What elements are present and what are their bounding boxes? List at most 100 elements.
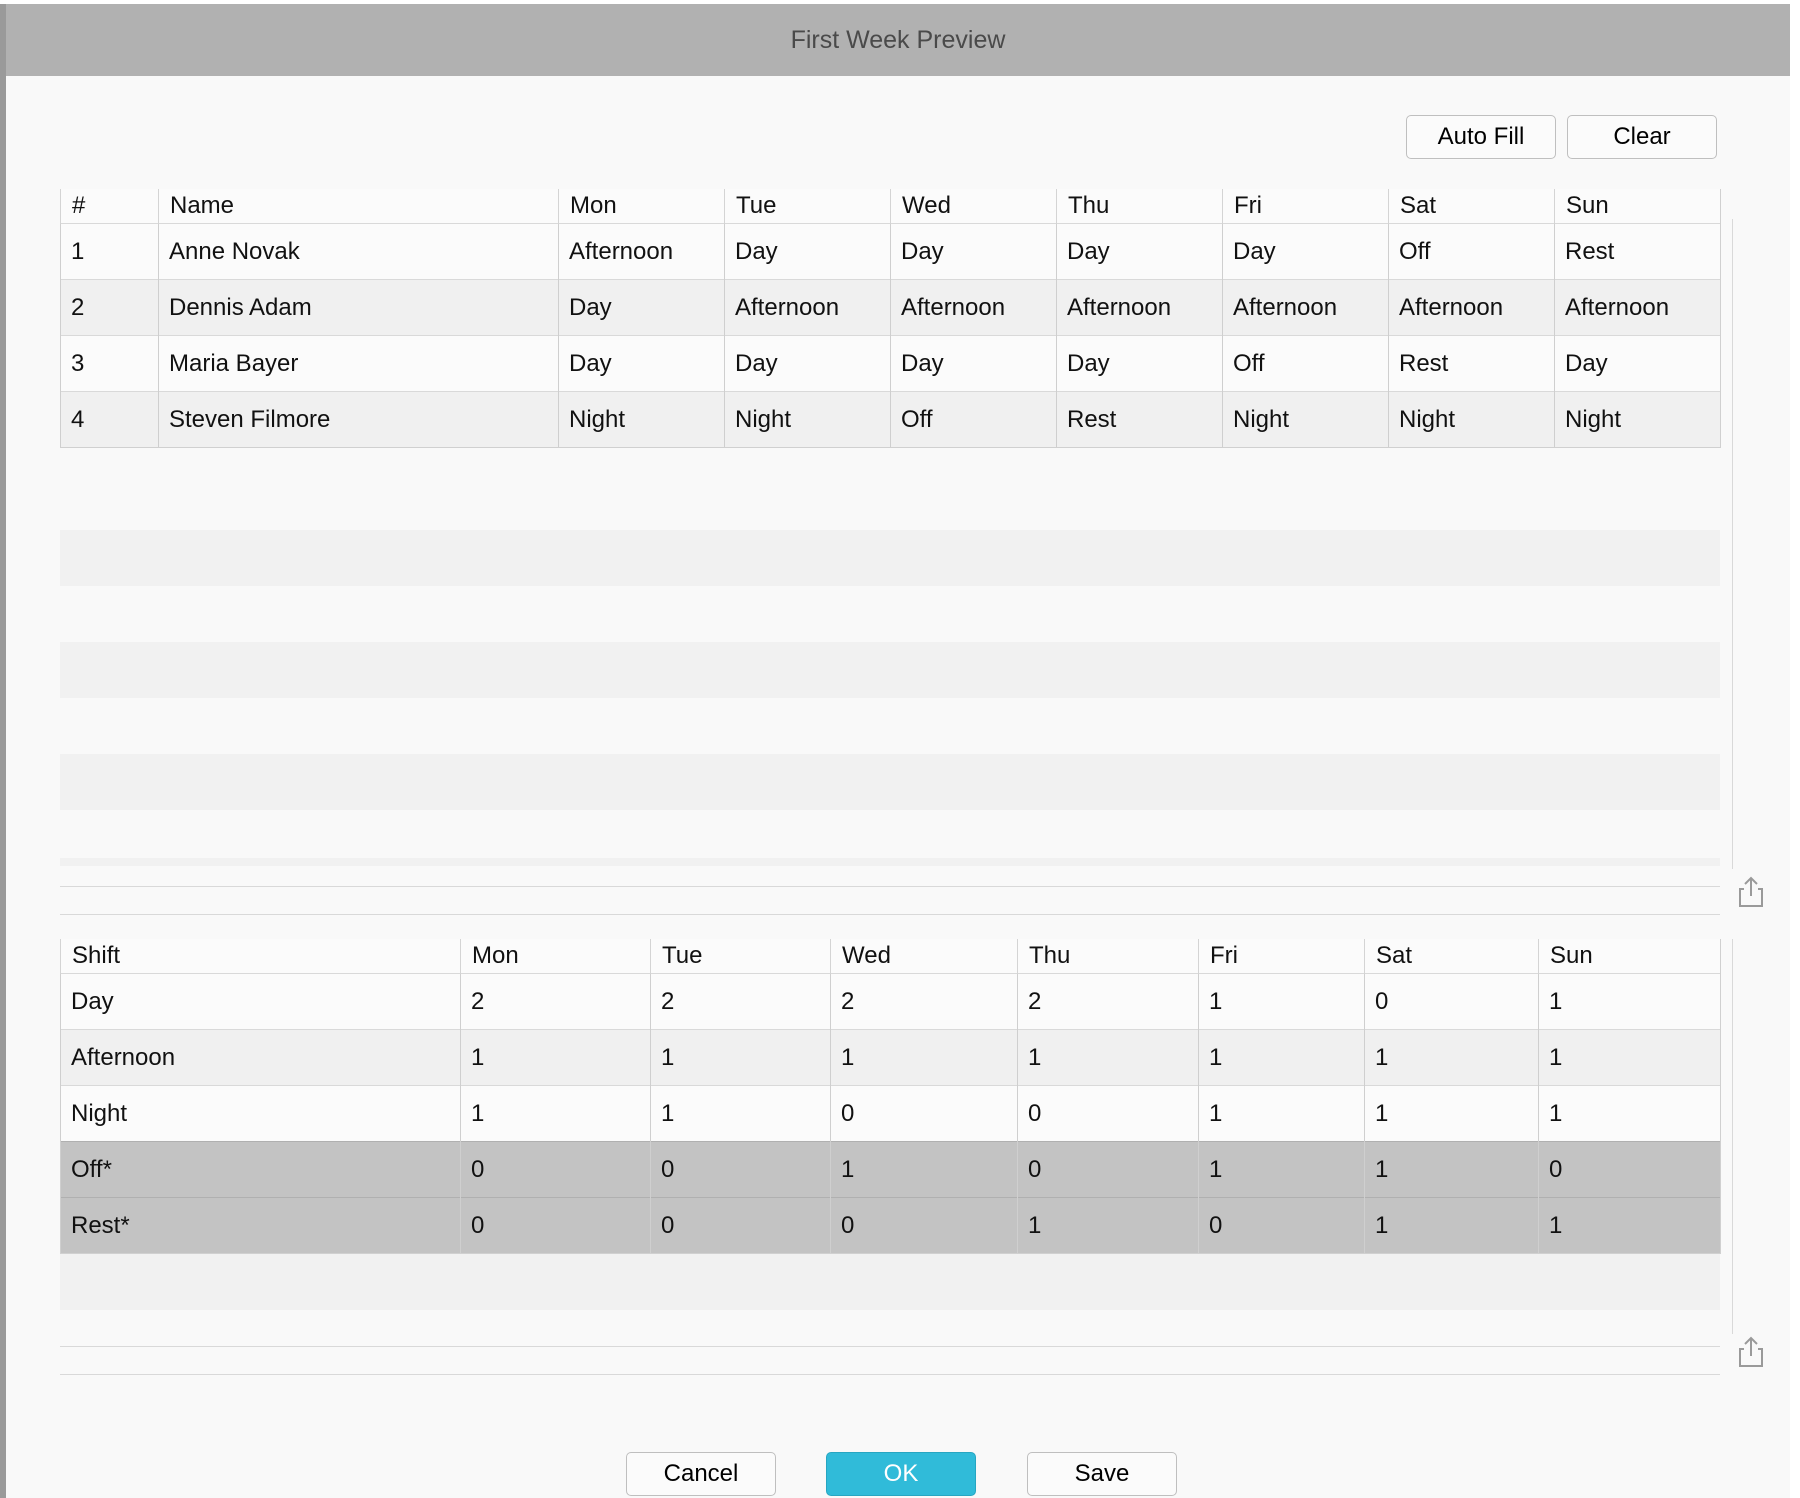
cell[interactable]: 0 — [830, 1197, 1018, 1254]
cell[interactable]: 1 — [1198, 1029, 1365, 1086]
cell[interactable]: 1 — [650, 1085, 831, 1142]
cell[interactable]: 1 — [1538, 1029, 1721, 1086]
column-header-mon[interactable]: Mon — [558, 189, 725, 224]
cell[interactable]: Anne Novak — [158, 223, 559, 280]
ok-button[interactable]: OK — [826, 1452, 976, 1496]
cell[interactable]: Off* — [60, 1141, 461, 1198]
cell[interactable]: Off — [890, 391, 1057, 448]
cell[interactable]: 1 — [1538, 973, 1721, 1030]
column-header-thu[interactable]: Thu — [1017, 939, 1199, 974]
cell[interactable]: 2 — [60, 279, 159, 336]
clear-button[interactable]: Clear — [1567, 115, 1717, 159]
cell[interactable]: Afternoon — [558, 223, 725, 280]
cell[interactable]: Day — [724, 335, 891, 392]
column-header-thu[interactable]: Thu — [1056, 189, 1223, 224]
cell[interactable]: 1 — [1538, 1085, 1721, 1142]
cell[interactable]: 1 — [60, 223, 159, 280]
share-export-icon[interactable] — [1736, 1335, 1766, 1369]
cell[interactable]: Steven Filmore — [158, 391, 559, 448]
column-header-number[interactable]: # — [60, 189, 159, 224]
column-header-name[interactable]: Name — [158, 189, 559, 224]
cell[interactable]: 0 — [1538, 1141, 1721, 1198]
cell[interactable]: Rest* — [60, 1197, 461, 1254]
cell[interactable]: 0 — [1017, 1085, 1199, 1142]
cell[interactable]: 2 — [1017, 973, 1199, 1030]
column-header-sat[interactable]: Sat — [1364, 939, 1539, 974]
column-header-sun[interactable]: Sun — [1554, 189, 1721, 224]
column-header-sat[interactable]: Sat — [1388, 189, 1555, 224]
column-header-wed[interactable]: Wed — [890, 189, 1057, 224]
cell[interactable]: 1 — [1198, 1085, 1365, 1142]
table-row[interactable]: 2 Dennis Adam Day Afternoon Afternoon Af… — [60, 279, 1721, 336]
column-header-tue[interactable]: Tue — [650, 939, 831, 974]
cell[interactable]: 0 — [830, 1085, 1018, 1142]
cell[interactable]: 0 — [1198, 1197, 1365, 1254]
cell[interactable]: Day — [60, 973, 461, 1030]
cell[interactable]: 1 — [1364, 1197, 1539, 1254]
save-button[interactable]: Save — [1027, 1452, 1177, 1496]
cell[interactable]: 1 — [460, 1029, 651, 1086]
cell[interactable]: Night — [724, 391, 891, 448]
table-row[interactable]: 3 Maria Bayer Day Day Day Day Off Rest D… — [60, 335, 1721, 392]
scroll-track[interactable] — [1732, 219, 1733, 869]
cell[interactable]: 4 — [60, 391, 159, 448]
cell[interactable]: Off — [1388, 223, 1555, 280]
table-row[interactable]: Off* 0 0 1 0 1 1 0 — [60, 1141, 1721, 1198]
cell[interactable]: Day — [1056, 223, 1223, 280]
share-export-icon[interactable] — [1736, 875, 1766, 909]
cell[interactable]: 1 — [1017, 1197, 1199, 1254]
cell[interactable]: Night — [1554, 391, 1721, 448]
auto-fill-button[interactable]: Auto Fill — [1406, 115, 1556, 159]
cell[interactable]: 0 — [1017, 1141, 1199, 1198]
cell[interactable]: Off — [1222, 335, 1389, 392]
cell[interactable]: Rest — [1388, 335, 1555, 392]
cell[interactable]: 1 — [1364, 1141, 1539, 1198]
cell[interactable]: Night — [1222, 391, 1389, 448]
cell[interactable]: Afternoon — [890, 279, 1057, 336]
cell[interactable]: 0 — [460, 1141, 651, 1198]
cell[interactable]: 2 — [460, 973, 651, 1030]
cell[interactable]: Day — [1056, 335, 1223, 392]
cell[interactable]: Afternoon — [724, 279, 891, 336]
table-row[interactable]: 1 Anne Novak Afternoon Day Day Day Day O… — [60, 223, 1721, 280]
cell[interactable]: Day — [1222, 223, 1389, 280]
column-header-tue[interactable]: Tue — [724, 189, 891, 224]
scroll-track[interactable] — [1732, 939, 1733, 1334]
column-header-fri[interactable]: Fri — [1222, 189, 1389, 224]
cell[interactable]: 3 — [60, 335, 159, 392]
cell[interactable]: Afternoon — [1388, 279, 1555, 336]
table-row[interactable]: Rest* 0 0 0 1 0 1 1 — [60, 1197, 1721, 1254]
cell[interactable]: Maria Bayer — [158, 335, 559, 392]
cell[interactable]: Rest — [1554, 223, 1721, 280]
cell[interactable]: Day — [724, 223, 891, 280]
cell[interactable]: Night — [558, 391, 725, 448]
cancel-button[interactable]: Cancel — [626, 1452, 776, 1496]
cell[interactable]: 1 — [1017, 1029, 1199, 1086]
cell[interactable]: Dennis Adam — [158, 279, 559, 336]
cell[interactable]: 1 — [830, 1141, 1018, 1198]
cell[interactable]: Afternoon — [1056, 279, 1223, 336]
cell[interactable]: 1 — [1364, 1085, 1539, 1142]
column-header-sun[interactable]: Sun — [1538, 939, 1721, 974]
cell[interactable]: 1 — [460, 1085, 651, 1142]
cell[interactable]: Afternoon — [1222, 279, 1389, 336]
cell[interactable]: Day — [890, 335, 1057, 392]
cell[interactable]: Night — [1388, 391, 1555, 448]
cell[interactable]: Day — [558, 279, 725, 336]
cell[interactable]: 1 — [830, 1029, 1018, 1086]
cell[interactable]: 0 — [650, 1141, 831, 1198]
column-header-fri[interactable]: Fri — [1198, 939, 1365, 974]
cell[interactable]: 1 — [1198, 1141, 1365, 1198]
column-header-wed[interactable]: Wed — [830, 939, 1018, 974]
table-row[interactable]: Afternoon 1 1 1 1 1 1 1 — [60, 1029, 1721, 1086]
column-header-mon[interactable]: Mon — [460, 939, 651, 974]
table-row[interactable]: Night 1 1 0 0 1 1 1 — [60, 1085, 1721, 1142]
cell[interactable]: Afternoon — [1554, 279, 1721, 336]
cell[interactable]: 1 — [1198, 973, 1365, 1030]
cell[interactable]: Day — [890, 223, 1057, 280]
table-row[interactable]: 4 Steven Filmore Night Night Off Rest Ni… — [60, 391, 1721, 448]
cell[interactable]: Day — [558, 335, 725, 392]
cell[interactable]: 0 — [650, 1197, 831, 1254]
cell[interactable]: 0 — [460, 1197, 651, 1254]
cell[interactable]: 1 — [1538, 1197, 1721, 1254]
